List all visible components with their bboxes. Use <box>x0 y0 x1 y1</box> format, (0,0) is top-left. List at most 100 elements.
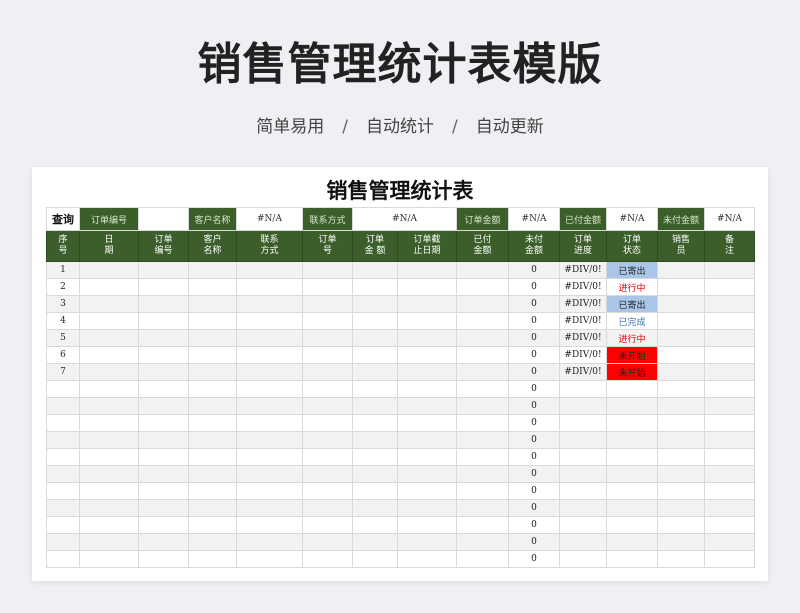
status-cell[interactable]: 进行中 <box>606 329 659 347</box>
table-cell[interactable] <box>188 261 237 279</box>
table-cell[interactable] <box>396 363 458 381</box>
table-cell[interactable] <box>188 431 237 449</box>
table-cell[interactable] <box>396 431 458 449</box>
progress-cell[interactable] <box>559 380 608 398</box>
unpaid-cell[interactable]: 0 <box>508 482 561 500</box>
table-cell[interactable] <box>188 448 237 466</box>
table-cell[interactable] <box>79 448 139 466</box>
table-cell[interactable] <box>138 414 189 432</box>
unpaid-cell[interactable]: 0 <box>508 397 561 415</box>
table-cell[interactable] <box>352 397 398 415</box>
progress-cell[interactable]: #DIV/0! <box>559 295 608 313</box>
table-cell[interactable] <box>79 516 139 534</box>
status-cell[interactable] <box>606 499 659 517</box>
table-cell[interactable] <box>79 397 139 415</box>
table-cell[interactable] <box>657 397 706 415</box>
table-cell[interactable] <box>396 414 458 432</box>
table-cell[interactable] <box>657 261 706 279</box>
seq-cell[interactable]: 3 <box>46 295 80 313</box>
table-cell[interactable] <box>188 295 237 313</box>
unpaid-cell[interactable]: 0 <box>508 329 561 347</box>
progress-cell[interactable]: #DIV/0! <box>559 363 608 381</box>
table-cell[interactable] <box>396 312 458 330</box>
status-cell[interactable] <box>606 397 659 415</box>
table-cell[interactable] <box>188 465 237 483</box>
table-cell[interactable] <box>704 363 756 381</box>
table-cell[interactable] <box>657 431 706 449</box>
seq-cell[interactable]: 5 <box>46 329 80 347</box>
table-cell[interactable] <box>657 363 706 381</box>
table-cell[interactable] <box>352 346 398 364</box>
table-cell[interactable] <box>396 261 458 279</box>
seq-cell[interactable] <box>46 448 80 466</box>
table-cell[interactable] <box>138 448 189 466</box>
table-cell[interactable] <box>396 448 458 466</box>
table-cell[interactable] <box>79 346 139 364</box>
table-cell[interactable] <box>704 346 756 364</box>
table-cell[interactable] <box>352 380 398 398</box>
status-cell[interactable]: 未开始 <box>606 346 659 364</box>
unpaid-cell[interactable]: 0 <box>508 499 561 517</box>
table-cell[interactable] <box>396 329 458 347</box>
table-cell[interactable] <box>396 397 458 415</box>
table-cell[interactable] <box>657 550 706 568</box>
table-cell[interactable] <box>138 346 189 364</box>
table-cell[interactable] <box>657 312 706 330</box>
unpaid-cell[interactable]: 0 <box>508 448 561 466</box>
unpaid-cell[interactable]: 0 <box>508 516 561 534</box>
unpaid-cell[interactable]: 0 <box>508 380 561 398</box>
table-cell[interactable] <box>79 431 139 449</box>
status-cell[interactable]: 已寄出 <box>606 295 659 313</box>
table-cell[interactable] <box>704 516 756 534</box>
table-cell[interactable] <box>236 278 303 296</box>
table-cell[interactable] <box>236 465 303 483</box>
seq-cell[interactable]: 6 <box>46 346 80 364</box>
table-cell[interactable] <box>138 397 189 415</box>
table-cell[interactable] <box>704 533 756 551</box>
seq-cell[interactable] <box>46 397 80 415</box>
table-cell[interactable] <box>704 312 756 330</box>
table-cell[interactable] <box>302 516 353 534</box>
unpaid-cell[interactable]: 0 <box>508 346 561 364</box>
table-cell[interactable] <box>456 261 510 279</box>
progress-cell[interactable] <box>559 516 608 534</box>
table-cell[interactable] <box>352 499 398 517</box>
table-cell[interactable] <box>79 363 139 381</box>
table-cell[interactable] <box>456 516 510 534</box>
table-cell[interactable] <box>352 516 398 534</box>
table-cell[interactable] <box>236 499 303 517</box>
progress-cell[interactable] <box>559 448 608 466</box>
table-cell[interactable] <box>79 550 139 568</box>
table-cell[interactable] <box>352 448 398 466</box>
progress-cell[interactable] <box>559 431 608 449</box>
table-cell[interactable] <box>79 329 139 347</box>
table-cell[interactable] <box>657 278 706 296</box>
seq-cell[interactable]: 7 <box>46 363 80 381</box>
progress-cell[interactable] <box>559 465 608 483</box>
table-cell[interactable] <box>138 261 189 279</box>
progress-cell[interactable]: #DIV/0! <box>559 346 608 364</box>
table-cell[interactable] <box>456 397 510 415</box>
table-cell[interactable] <box>456 533 510 551</box>
table-cell[interactable] <box>302 295 353 313</box>
status-cell[interactable] <box>606 380 659 398</box>
table-cell[interactable] <box>352 482 398 500</box>
table-cell[interactable] <box>236 261 303 279</box>
table-cell[interactable] <box>352 533 398 551</box>
unpaid-cell[interactable]: 0 <box>508 414 561 432</box>
table-cell[interactable] <box>188 278 237 296</box>
table-cell[interactable] <box>396 516 458 534</box>
unpaid-cell[interactable]: 0 <box>508 312 561 330</box>
seq-cell[interactable]: 1 <box>46 261 80 279</box>
table-cell[interactable] <box>138 278 189 296</box>
table-cell[interactable] <box>456 414 510 432</box>
table-cell[interactable] <box>657 482 706 500</box>
table-cell[interactable] <box>704 278 756 296</box>
table-cell[interactable] <box>704 329 756 347</box>
table-cell[interactable] <box>396 533 458 551</box>
table-cell[interactable] <box>138 465 189 483</box>
table-cell[interactable] <box>657 295 706 313</box>
table-cell[interactable] <box>657 329 706 347</box>
table-cell[interactable] <box>456 448 510 466</box>
table-cell[interactable] <box>456 312 510 330</box>
